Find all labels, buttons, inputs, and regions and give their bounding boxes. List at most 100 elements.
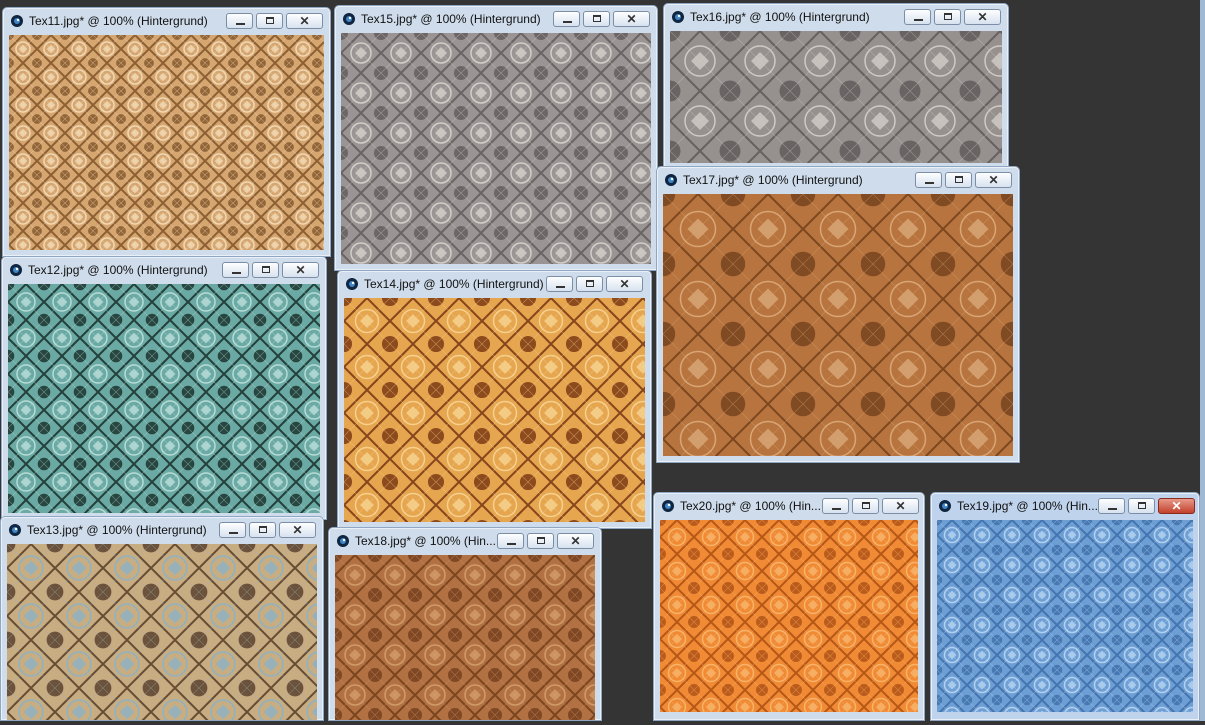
texture-fill [8,284,320,513]
maximize-button[interactable] [852,498,879,514]
close-button[interactable]: ✕ [975,172,1012,188]
photoshop-doc-icon [336,534,350,548]
close-icon: ✕ [299,14,310,28]
titlebar[interactable]: Tex16.jpg* @ 100% (Hintergrund) ✕ [664,4,1008,30]
maximize-button[interactable] [583,11,610,27]
minimize-icon [507,543,516,545]
close-icon: ✕ [1171,499,1182,513]
close-icon: ✕ [988,173,999,187]
maximize-button[interactable] [527,533,554,549]
titlebar[interactable]: Tex17.jpg* @ 100% (Hintergrund) ✕ [657,167,1019,193]
window-title: Tex19.jpg* @ 100% (Hin... [957,499,1098,513]
minimize-button[interactable] [546,276,573,292]
maximize-icon [586,280,594,287]
image-canvas[interactable] [8,284,320,513]
maximize-button[interactable] [256,13,283,29]
window-tex20[interactable]: Tex20.jpg* @ 100% (Hin... ✕ [653,492,925,721]
window-tex13[interactable]: Tex13.jpg* @ 100% (Hintergrund) ✕ [0,516,324,721]
maximize-button[interactable] [945,172,972,188]
image-canvas[interactable] [663,194,1013,456]
minimize-button[interactable] [553,11,580,27]
photoshop-doc-icon [661,499,675,513]
close-icon: ✕ [295,263,306,277]
minimize-icon [232,272,241,274]
minimize-button[interactable] [219,522,246,538]
close-button[interactable]: ✕ [282,262,319,278]
minimize-icon [925,182,934,184]
window-tex18[interactable]: Tex18.jpg* @ 100% (Hin... ✕ [328,527,602,721]
maximize-button[interactable] [1128,498,1155,514]
titlebar[interactable]: Tex18.jpg* @ 100% (Hin... ✕ [329,528,601,554]
photoshop-doc-icon [345,277,359,291]
titlebar[interactable]: Tex12.jpg* @ 100% (Hintergrund) ✕ [2,257,326,283]
maximize-icon [262,266,270,273]
image-canvas[interactable] [670,31,1002,163]
image-canvas[interactable] [341,33,651,264]
close-icon: ✕ [895,499,906,513]
image-canvas[interactable] [344,298,645,522]
texture-fill [341,33,651,264]
close-button[interactable]: ✕ [613,11,650,27]
maximize-button[interactable] [249,522,276,538]
minimize-icon [832,508,841,510]
texture-fill [660,520,918,712]
window-tex16[interactable]: Tex16.jpg* @ 100% (Hintergrund) ✕ [663,3,1009,170]
minimize-button[interactable] [822,498,849,514]
minimize-button[interactable] [497,533,524,549]
minimize-button[interactable] [226,13,253,29]
maximize-icon [537,537,545,544]
close-button[interactable]: ✕ [1158,498,1195,514]
window-tex11[interactable]: Tex11.jpg* @ 100% (Hintergrund) ✕ [2,7,331,257]
texture-image [8,284,320,513]
texture-image [341,33,651,264]
titlebar[interactable]: Tex11.jpg* @ 100% (Hintergrund) ✕ [3,8,330,34]
maximize-button[interactable] [934,9,961,25]
maximize-icon [259,526,267,533]
window-tex15[interactable]: Tex15.jpg* @ 100% (Hintergrund) ✕ [334,5,658,271]
image-canvas[interactable] [9,35,324,250]
texture-fill [344,298,645,522]
texture-image [335,555,595,720]
window-tex19[interactable]: Tex19.jpg* @ 100% (Hin... ✕ [930,492,1200,721]
photoshop-doc-icon [671,10,685,24]
minimize-button[interactable] [904,9,931,25]
titlebar[interactable]: Tex20.jpg* @ 100% (Hin... ✕ [654,493,924,519]
window-title: Tex13.jpg* @ 100% (Hintergrund) [27,523,207,537]
maximize-button[interactable] [252,262,279,278]
maximize-icon [593,15,601,22]
titlebar[interactable]: Tex14.jpg* @ 100% (Hintergrund) ✕ [338,271,651,297]
close-button[interactable]: ✕ [606,276,643,292]
image-canvas[interactable] [7,544,317,720]
window-tex14[interactable]: Tex14.jpg* @ 100% (Hintergrund) ✕ [337,270,652,529]
titlebar[interactable]: Tex13.jpg* @ 100% (Hintergrund) ✕ [1,517,323,543]
close-button[interactable]: ✕ [286,13,323,29]
window-title: Tex17.jpg* @ 100% (Hintergrund) [683,173,863,187]
maximize-icon [944,13,952,20]
window-tex17[interactable]: Tex17.jpg* @ 100% (Hintergrund) ✕ [656,166,1020,463]
maximize-button[interactable] [576,276,603,292]
texture-image [663,194,1013,456]
maximize-icon [955,176,963,183]
close-button[interactable]: ✕ [882,498,919,514]
titlebar[interactable]: Tex15.jpg* @ 100% (Hintergrund) ✕ [335,6,657,32]
image-canvas[interactable] [937,520,1193,712]
window-tex12[interactable]: Tex12.jpg* @ 100% (Hintergrund) ✕ [1,256,327,520]
minimize-icon [556,286,565,288]
close-icon: ✕ [570,534,581,548]
titlebar[interactable]: Tex19.jpg* @ 100% (Hin... ✕ [931,493,1199,519]
close-icon: ✕ [292,523,303,537]
texture-fill [335,555,595,720]
close-icon: ✕ [619,277,630,291]
close-button[interactable]: ✕ [279,522,316,538]
image-canvas[interactable] [335,555,595,720]
texture-fill [937,520,1193,712]
close-button[interactable]: ✕ [557,533,594,549]
minimize-button[interactable] [1098,498,1125,514]
close-button[interactable]: ✕ [964,9,1001,25]
texture-fill [7,544,317,720]
minimize-button[interactable] [222,262,249,278]
texture-image [660,520,918,712]
texture-fill [670,31,1002,163]
minimize-button[interactable] [915,172,942,188]
image-canvas[interactable] [660,520,918,712]
